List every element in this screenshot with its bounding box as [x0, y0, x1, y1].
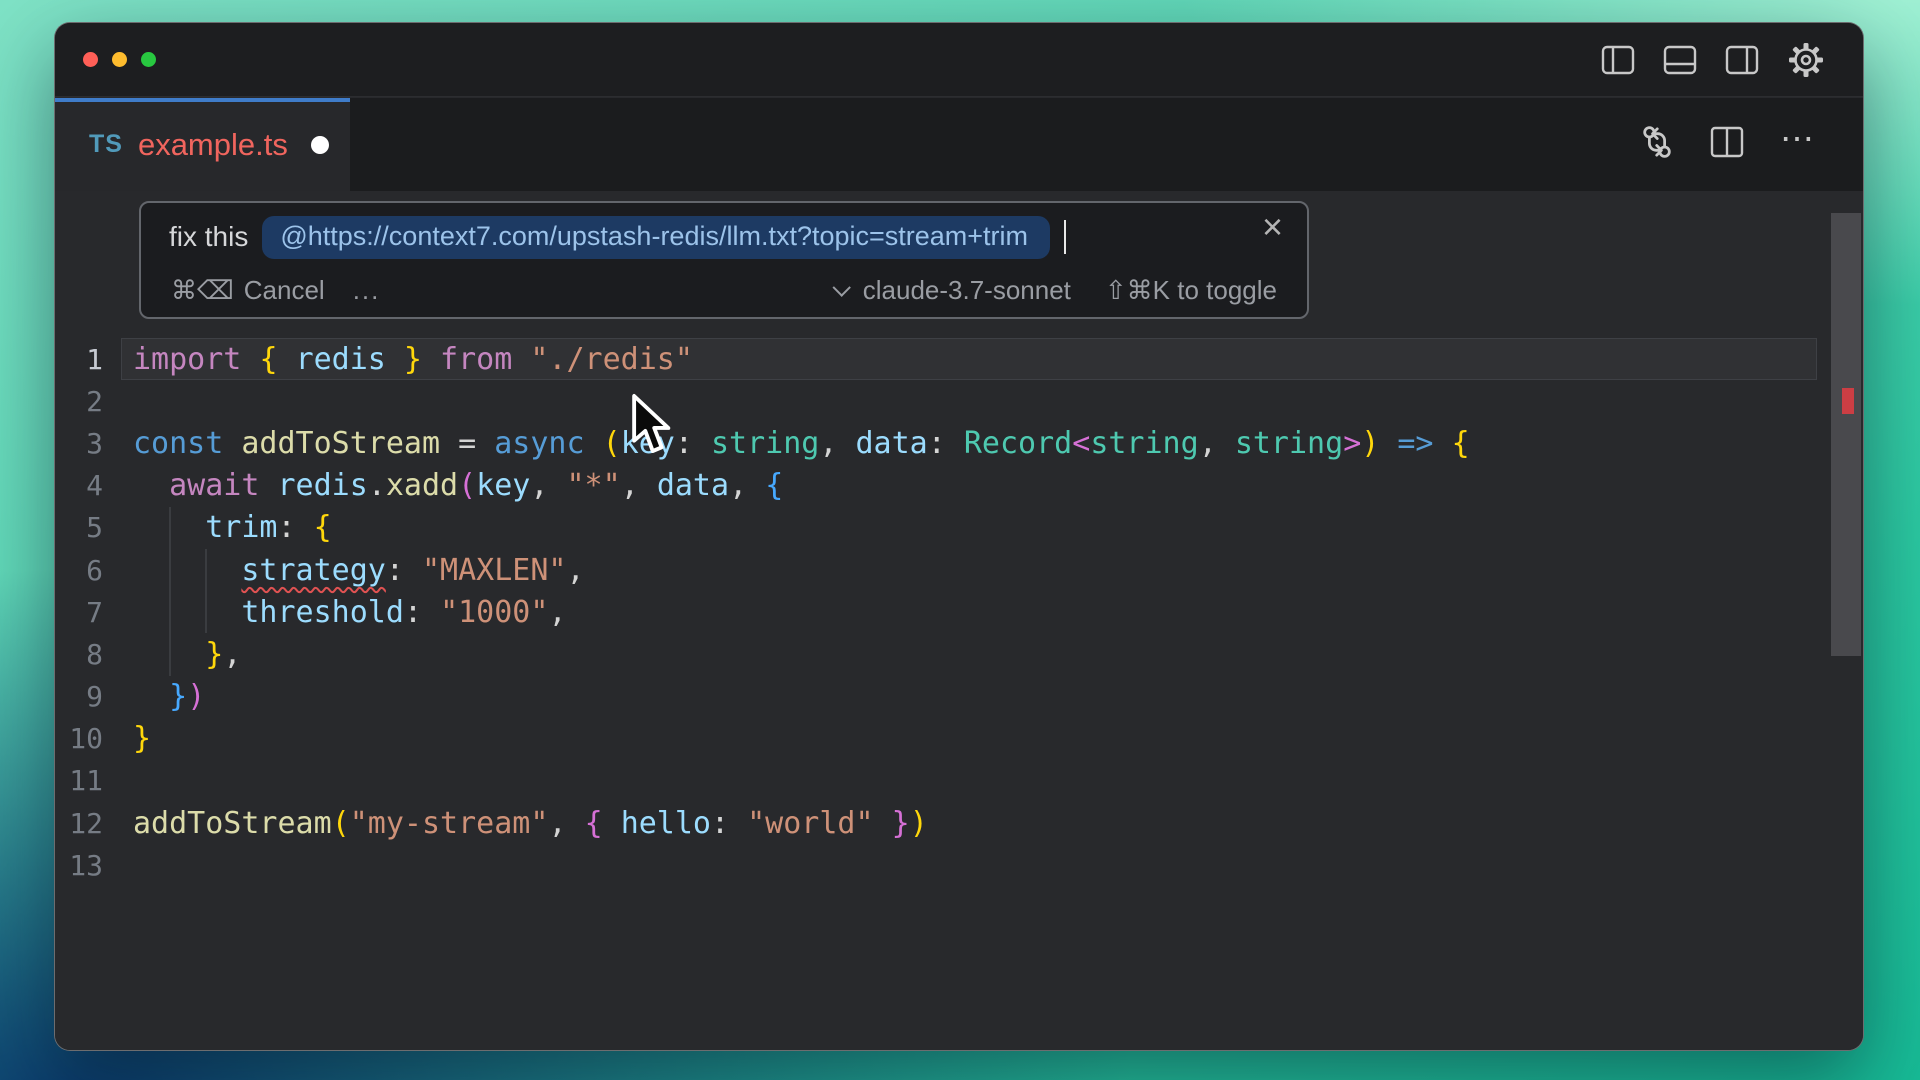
close-icon[interactable]: ×	[1256, 205, 1289, 249]
line-number: 13	[55, 849, 103, 882]
line-number: 3	[55, 427, 103, 460]
line-number: 10	[55, 722, 103, 755]
line-number: 1	[55, 343, 103, 376]
code-line-text: await redis.xadd(key, "*", data, {	[133, 468, 783, 503]
line-number: 5	[55, 511, 103, 544]
text-caret	[1064, 220, 1066, 254]
minimize-window-button[interactable]	[112, 52, 127, 67]
more-actions-icon[interactable]: ⋯	[1780, 129, 1817, 161]
editor-pane[interactable]: fix this @https://context7.com/upstash-r…	[55, 191, 1863, 1050]
editor-window: TS example.ts ⋯	[54, 22, 1864, 1051]
code-line[interactable]: 7 threshold: "1000",	[55, 591, 1863, 633]
tab-example-ts[interactable]: TS example.ts	[55, 98, 350, 191]
code-line[interactable]: 8 },	[55, 633, 1863, 675]
split-editor-icon[interactable]	[1710, 126, 1744, 163]
code-line-text: strategy: "MAXLEN",	[133, 553, 585, 588]
settings-gear-icon[interactable]	[1787, 41, 1825, 79]
line-number: 2	[55, 385, 103, 418]
code-line[interactable]: 5 trim: {	[55, 507, 1863, 549]
code-line[interactable]: 6 strategy: "MAXLEN",	[55, 549, 1863, 591]
prompt-text: fix this	[169, 221, 248, 253]
traffic-lights	[83, 52, 156, 67]
typescript-file-icon: TS	[89, 130, 123, 159]
code-line-text: threshold: "1000",	[133, 595, 567, 630]
code-line[interactable]: 12 addToStream("my-stream", { hello: "wor…	[55, 802, 1863, 844]
code-line[interactable]: 10}	[55, 718, 1863, 760]
line-number: 7	[55, 596, 103, 629]
model-name: claude-3.7-sonnet	[863, 275, 1071, 306]
code-line-text: })	[133, 679, 205, 714]
chevron-down-icon	[832, 278, 850, 296]
toggle-right-sidebar-icon[interactable]	[1725, 45, 1759, 75]
open-changes-icon[interactable]	[1640, 124, 1674, 165]
code-line[interactable]: 4 await redis.xadd(key, "*", data, {	[55, 465, 1863, 507]
line-number: 4	[55, 469, 103, 502]
code-line[interactable]: 2	[55, 380, 1863, 422]
tab-filename: example.ts	[138, 127, 288, 163]
code-line-text: trim: {	[133, 510, 332, 545]
more-options-button[interactable]: ...	[353, 275, 381, 306]
inline-chat-input[interactable]: fix this @https://context7.com/upstash-r…	[141, 203, 1307, 265]
vertical-scrollbar[interactable]	[1831, 213, 1861, 656]
error-overview-marker	[1842, 388, 1854, 414]
line-number: 12	[55, 807, 103, 840]
zoom-window-button[interactable]	[141, 52, 156, 67]
code-line-text: }	[133, 721, 151, 756]
line-number: 9	[55, 680, 103, 713]
line-number: 11	[55, 764, 103, 797]
code-line-text: addToStream("my-stream", { hello: "world…	[133, 806, 928, 841]
code-line[interactable]: 13	[55, 844, 1863, 886]
code-line[interactable]: 9 })	[55, 676, 1863, 718]
toggle-left-sidebar-icon[interactable]	[1601, 45, 1635, 75]
cancel-button[interactable]: Cancel	[244, 275, 325, 306]
inline-chat-popup: fix this @https://context7.com/upstash-r…	[139, 201, 1309, 319]
model-selector[interactable]: claude-3.7-sonnet	[838, 275, 1071, 306]
context-link-chip[interactable]: @https://context7.com/upstash-redis/llm.…	[262, 216, 1050, 259]
code-line-text: const addToStream = async (key: string, …	[133, 426, 1470, 461]
unsaved-changes-dot-icon[interactable]	[311, 136, 329, 154]
code-line[interactable]: 3 const addToStream = async (key: string,…	[55, 422, 1863, 464]
tab-bar: TS example.ts ⋯	[55, 98, 1863, 191]
code-line[interactable]: 1 import { redis } from "./redis"	[55, 338, 1863, 380]
titlebar	[55, 23, 1863, 97]
line-number: 6	[55, 554, 103, 587]
code-rows: 1 import { redis } from "./redis" 2 3 const …	[55, 338, 1863, 886]
close-window-button[interactable]	[83, 52, 98, 67]
toggle-bottom-panel-icon[interactable]	[1663, 45, 1697, 75]
code-line-text: },	[133, 637, 241, 672]
code-line[interactable]: 11	[55, 760, 1863, 802]
error-squiggle-token: strategy	[241, 553, 386, 588]
line-number: 8	[55, 638, 103, 671]
active-tab-indicator	[55, 98, 350, 102]
cancel-shortcut: ⌘⌫	[171, 275, 234, 306]
code-line-text: import { redis } from "./redis"	[133, 342, 693, 377]
toggle-hint: ⇧⌘K to toggle	[1105, 275, 1277, 306]
